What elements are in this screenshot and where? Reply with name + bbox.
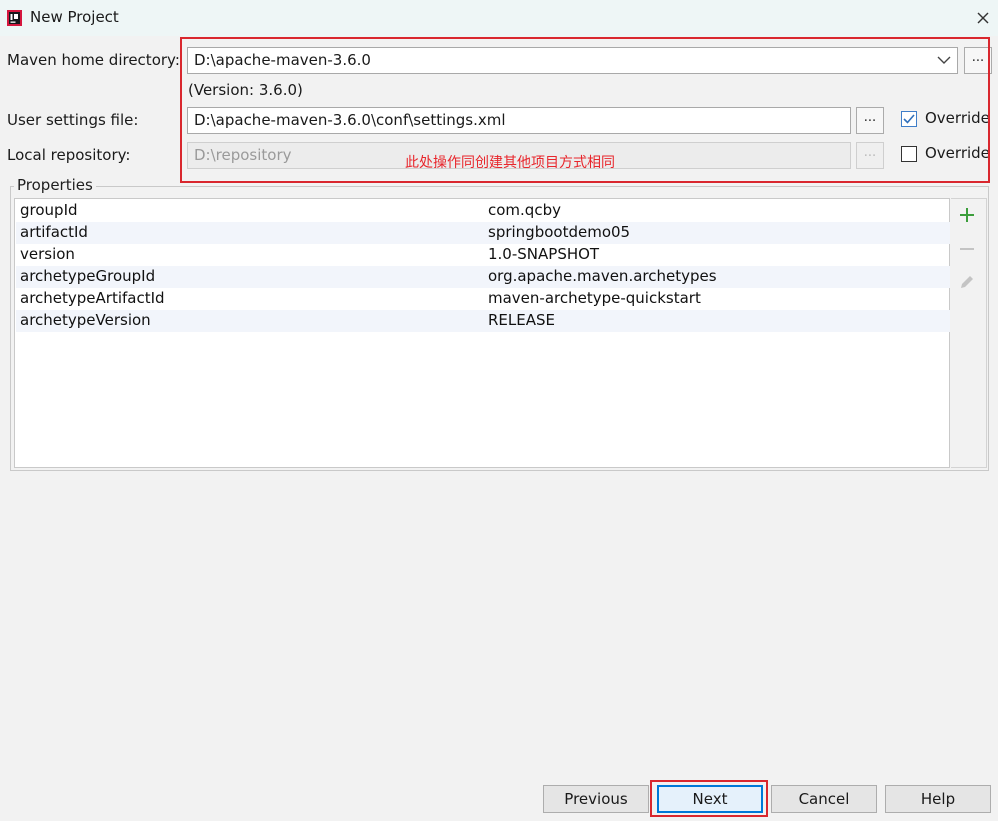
table-row[interactable]: groupId com.qcby (16, 200, 950, 222)
close-icon[interactable] (972, 7, 994, 29)
property-value: org.apache.maven.archetypes (488, 267, 717, 285)
plus-icon[interactable] (958, 206, 976, 224)
title-bar (0, 0, 998, 36)
properties-title: Properties (14, 176, 96, 194)
previous-button[interactable]: Previous (543, 785, 649, 813)
property-key: groupId (20, 201, 78, 219)
property-key: version (20, 245, 75, 263)
maven-home-label: Maven home directory: (7, 51, 180, 69)
annotation-note: 此处操作同创建其他项目方式相同 (405, 155, 615, 171)
intellij-icon (7, 10, 22, 26)
property-value: RELEASE (488, 311, 555, 329)
local-repository-label: Local repository: (7, 146, 131, 164)
help-button[interactable]: Help (885, 785, 991, 813)
table-row[interactable]: archetypeArtifactId maven-archetype-quic… (16, 288, 950, 310)
property-key: archetypeArtifactId (20, 289, 165, 307)
property-value: maven-archetype-quickstart (488, 289, 701, 307)
minus-icon[interactable] (958, 240, 976, 258)
table-row[interactable]: version 1.0-SNAPSHOT (16, 244, 950, 266)
window-title: New Project (30, 8, 119, 26)
next-highlight-box (650, 780, 768, 817)
property-value: com.qcby (488, 201, 561, 219)
properties-toolbar (951, 198, 987, 468)
edit-icon[interactable] (958, 273, 976, 291)
property-value: springbootdemo05 (488, 223, 631, 241)
cancel-button[interactable]: Cancel (771, 785, 877, 813)
property-value: 1.0-SNAPSHOT (488, 245, 600, 263)
property-key: archetypeGroupId (20, 267, 156, 285)
property-key: archetypeVersion (20, 311, 151, 329)
table-row[interactable]: archetypeGroupId org.apache.maven.archet… (16, 266, 950, 288)
properties-table: groupId com.qcby artifactId springbootde… (14, 198, 950, 468)
property-key: artifactId (20, 223, 88, 241)
table-row[interactable]: archetypeVersion RELEASE (16, 310, 950, 332)
table-row[interactable]: artifactId springbootdemo05 (16, 222, 950, 244)
user-settings-label: User settings file: (7, 111, 139, 129)
